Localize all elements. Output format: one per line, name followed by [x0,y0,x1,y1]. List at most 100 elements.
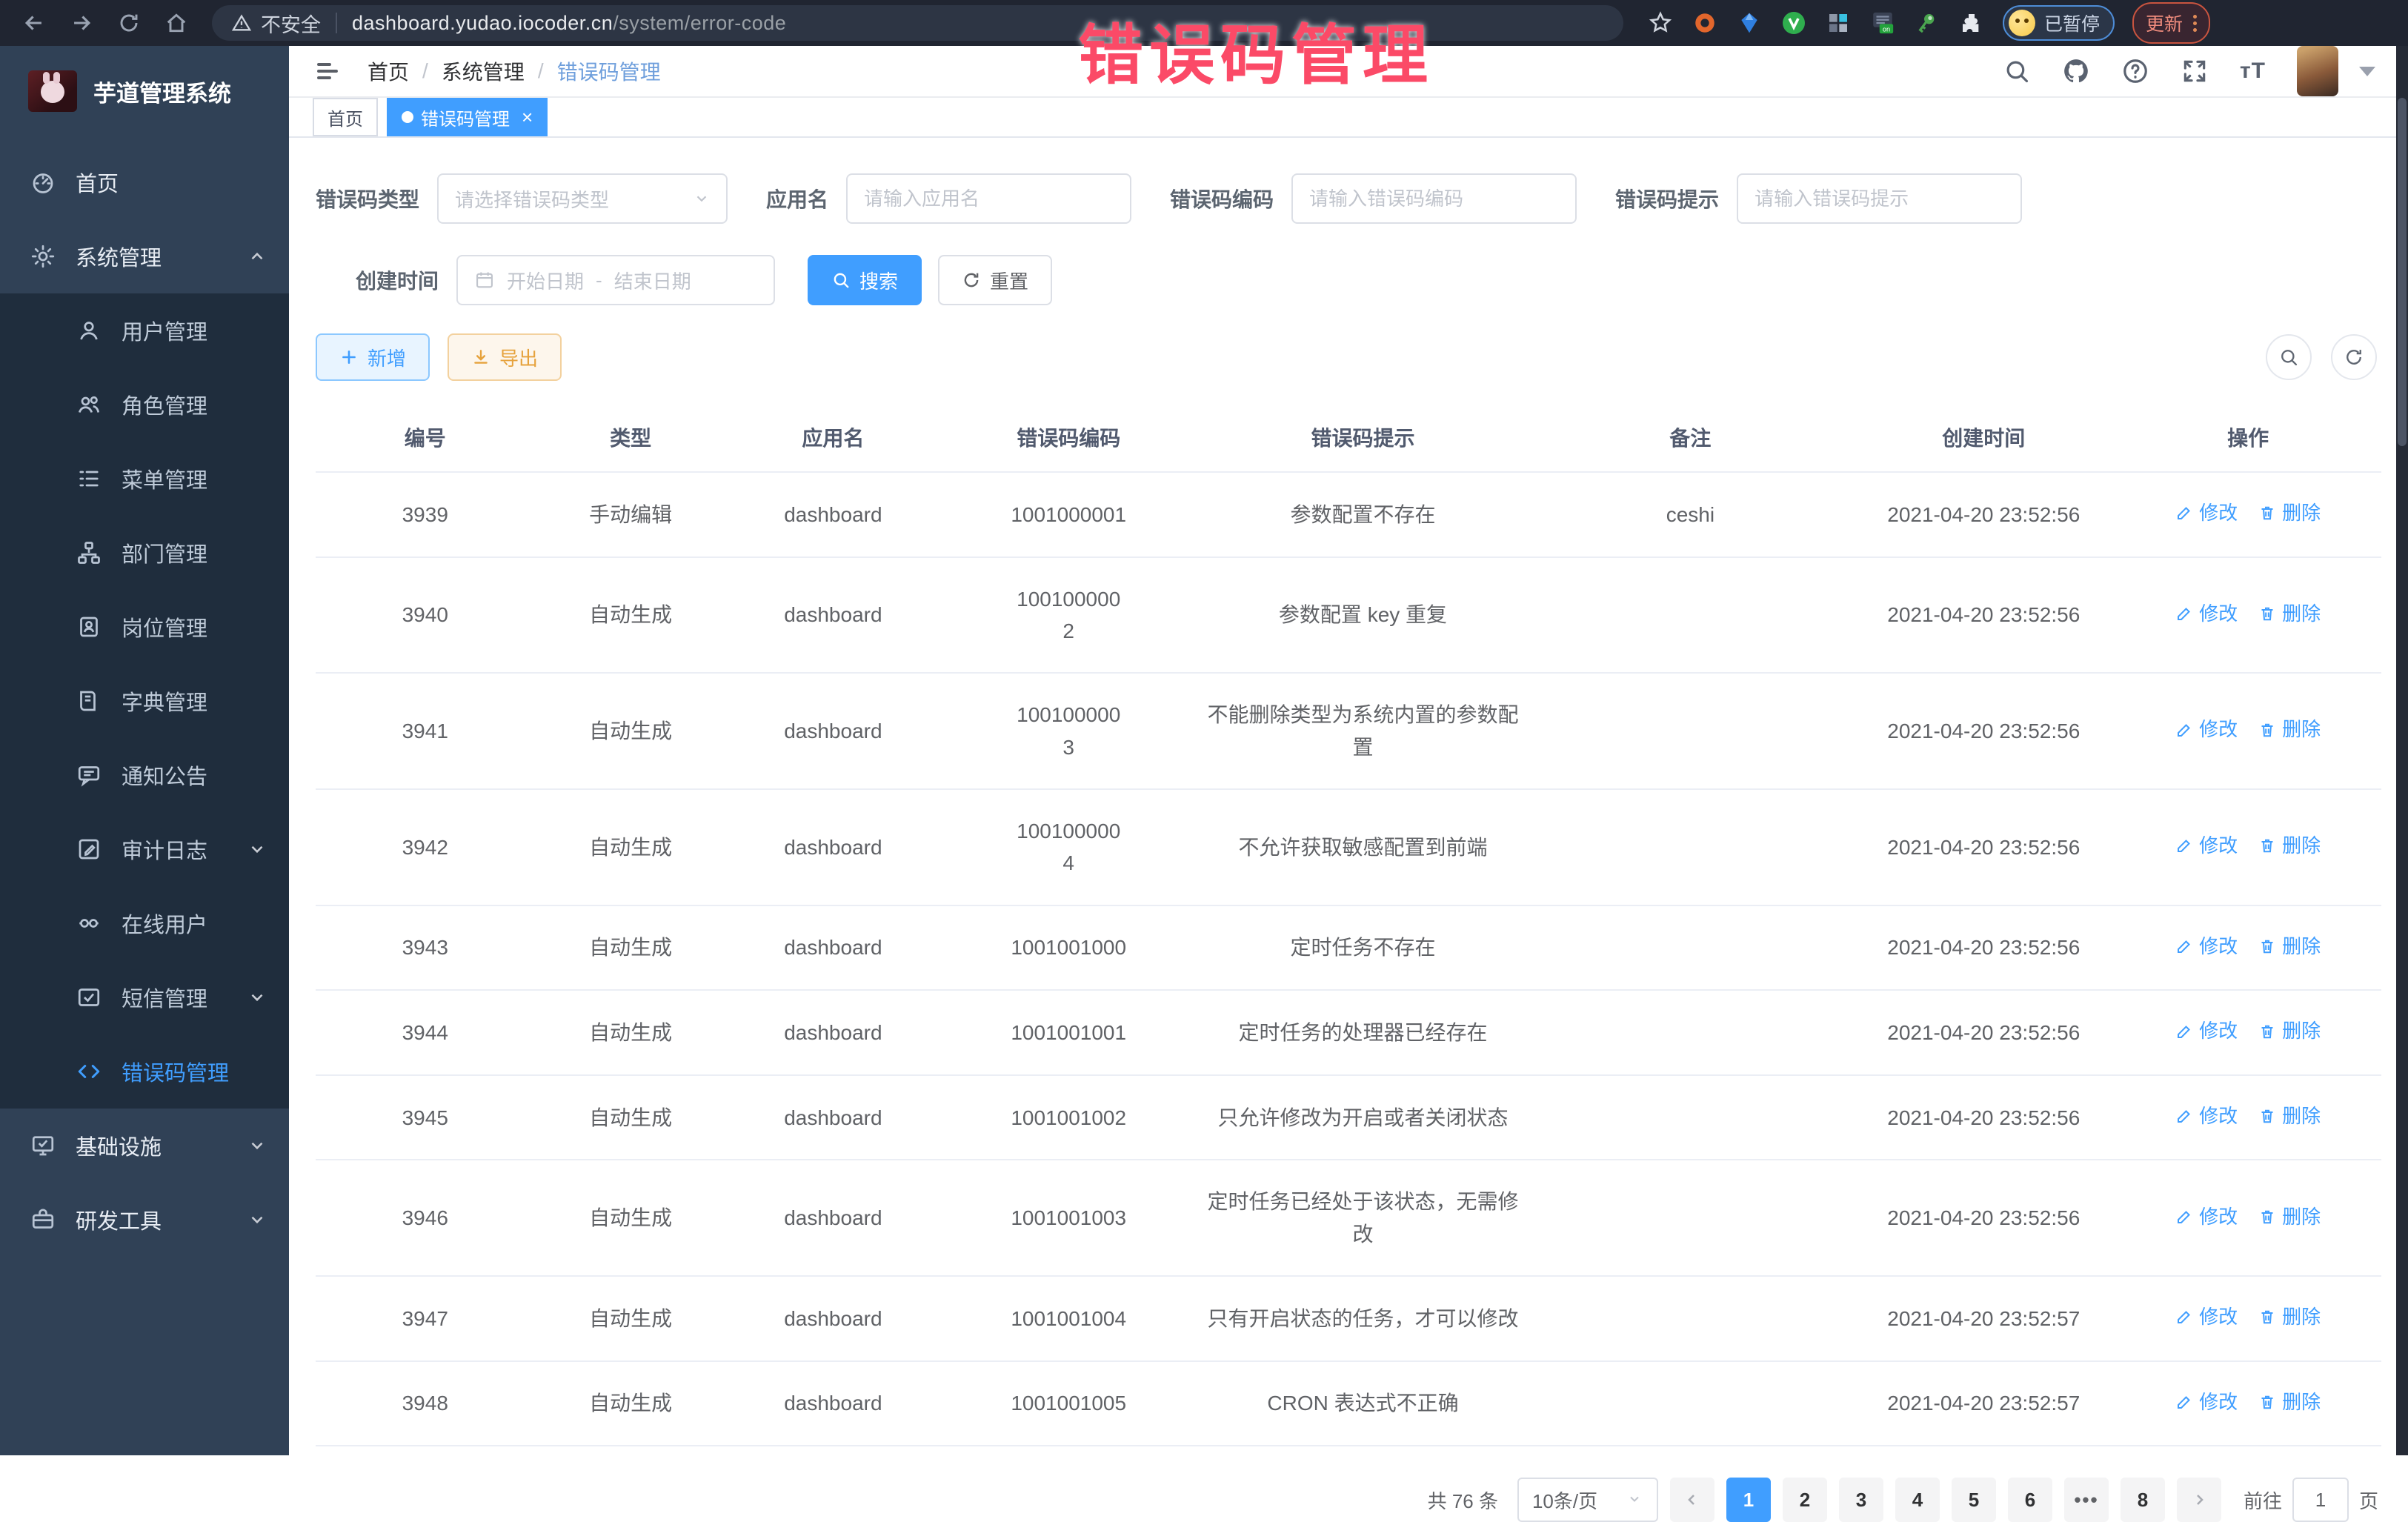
extension-key-icon[interactable] [1914,10,1940,36]
edit-link[interactable]: 修改 [2175,1016,2238,1046]
back-icon[interactable] [13,5,55,41]
browser-menu-icon[interactable] [2193,15,2197,32]
edit-link[interactable]: 修改 [2175,931,2238,961]
next-page-button[interactable] [2177,1478,2221,1522]
hamburger-icon[interactable] [313,58,342,84]
chevron-down-icon [247,988,267,1007]
delete-link[interactable]: 删除 [2258,1387,2321,1417]
sidebar-item-sms[interactable]: 短信管理 [0,960,289,1034]
edit-link[interactable]: 修改 [2175,1202,2238,1232]
breadcrumb-home[interactable]: 首页 [367,56,409,86]
sidebar-item-roles[interactable]: 角色管理 [0,368,289,442]
avatar-caret-icon[interactable] [2359,67,2375,76]
sidebar-item-system[interactable]: 系统管理 [0,219,289,293]
sidebar-item-infrastructure[interactable]: 基础设施 [0,1109,289,1183]
reload-icon[interactable] [108,5,150,41]
sidebar-item-announcements[interactable]: 通知公告 [0,738,289,812]
export-button[interactable]: 导出 [448,333,562,381]
page-button[interactable]: 2 [1783,1478,1827,1522]
delete-link[interactable]: 删除 [2258,1016,2321,1046]
edit-link[interactable]: 修改 [2175,1302,2238,1332]
browser-profile-chip[interactable]: 已暂停 [2003,5,2115,41]
row-created: 2021-04-20 23:52:56 [1852,990,2115,1075]
row-created: 2021-04-20 23:52:56 [1852,905,2115,991]
search-button[interactable]: 搜索 [808,255,922,305]
error-type-select[interactable]: 请选择错误码类型 [437,173,728,224]
extension-puzzle-icon[interactable] [1958,10,1985,36]
tag-close-icon[interactable]: × [522,106,533,129]
prev-page-button[interactable] [1670,1478,1714,1522]
delete-link[interactable]: 删除 [2258,831,2321,860]
bookmark-star-icon[interactable] [1647,10,1674,36]
edit-link[interactable]: 修改 [2175,599,2238,628]
extension-v-icon[interactable] [1780,10,1807,36]
tag-home[interactable]: 首页 [313,98,378,136]
refresh-table-button[interactable] [2331,334,2377,380]
row-created: 2021-04-20 23:52:56 [1852,557,2115,674]
scrollbar-thumb[interactable] [2398,98,2407,446]
sidebar-item-users[interactable]: 用户管理 [0,293,289,368]
date-range-picker[interactable]: 开始日期 - 结束日期 [456,255,775,305]
delete-link[interactable]: 删除 [2258,1101,2321,1131]
delete-link[interactable]: 删除 [2258,1202,2321,1232]
edit-link[interactable]: 修改 [2175,714,2238,744]
error-code-table: 编号 类型 应用名 错误码编码 错误码提示 备注 创建时间 操作 3939手动编… [316,403,2381,1446]
app-name-input[interactable] [846,173,1131,224]
add-button[interactable]: 新增 [316,333,430,381]
delete-link[interactable]: 删除 [2258,714,2321,744]
edit-link[interactable]: 修改 [2175,1101,2238,1131]
extension-on-badge-icon[interactable]: on [1869,10,1896,36]
delete-link[interactable]: 删除 [2258,931,2321,961]
sms-icon [76,984,102,1011]
help-icon[interactable] [2121,57,2149,85]
home-icon[interactable] [156,5,197,41]
show-search-button[interactable] [2266,334,2312,380]
sidebar-item-posts[interactable]: 岗位管理 [0,590,289,664]
edit-link[interactable]: 修改 [2175,831,2238,860]
sidebar-item-audit-log[interactable]: 审计日志 [0,812,289,886]
delete-link[interactable]: 删除 [2258,1302,2321,1332]
row-code: 1001000004 [939,789,1198,905]
error-message-input[interactable] [1737,173,2022,224]
page-button[interactable]: 3 [1839,1478,1883,1522]
extension-gem-icon[interactable] [1736,10,1763,36]
page-button[interactable]: 8 [2121,1478,2165,1522]
row-memo [1529,905,1853,991]
edit-link[interactable]: 修改 [2175,498,2238,528]
page-size-select[interactable]: 10条/页 [1517,1478,1658,1522]
page-scrollbar[interactable] [2396,46,2408,1455]
sidebar-item-menus[interactable]: 菜单管理 [0,442,289,516]
page-button[interactable]: 1 [1726,1478,1771,1522]
annotation-title: 错误码管理 [1078,3,1434,97]
reset-button[interactable]: 重置 [938,255,1052,305]
page-button[interactable]: 5 [1952,1478,1996,1522]
browser-update-button[interactable]: 更新 [2132,2,2210,44]
delete-link[interactable]: 删除 [2258,498,2321,528]
sidebar-item-dev-tools[interactable]: 研发工具 [0,1183,289,1257]
search-icon[interactable] [2003,57,2031,85]
security-warning[interactable]: 不安全 [231,9,321,38]
row-memo [1529,1361,1853,1446]
sidebar-item-dictionary[interactable]: 字典管理 [0,664,289,738]
user-avatar[interactable] [2297,46,2338,96]
goto-page-input[interactable] [2292,1478,2349,1522]
extension-donut-icon[interactable] [1692,10,1718,36]
app-logo-row[interactable]: 芋道管理系统 [0,46,289,126]
breadcrumb-system[interactable]: 系统管理 [442,56,525,86]
sidebar-item-departments[interactable]: 部门管理 [0,516,289,590]
github-icon[interactable] [2062,57,2090,85]
sidebar-item-online-users[interactable]: 在线用户 [0,886,289,960]
error-code-input[interactable] [1291,173,1577,224]
edit-link[interactable]: 修改 [2175,1387,2238,1417]
fullscreen-icon[interactable] [2181,57,2209,85]
extension-grid-icon[interactable] [1825,10,1852,36]
sidebar-item-error-codes[interactable]: 错误码管理 [0,1034,289,1109]
tag-error-codes[interactable]: 错误码管理 × [387,98,548,136]
delete-link[interactable]: 删除 [2258,599,2321,628]
page-ellipsis-button[interactable]: ••• [2064,1478,2109,1522]
page-button[interactable]: 4 [1895,1478,1940,1522]
sidebar-item-home[interactable]: 首页 [0,145,289,219]
page-button[interactable]: 6 [2008,1478,2052,1522]
font-size-icon[interactable]: тT [2240,59,2266,84]
forward-icon[interactable] [61,5,102,41]
